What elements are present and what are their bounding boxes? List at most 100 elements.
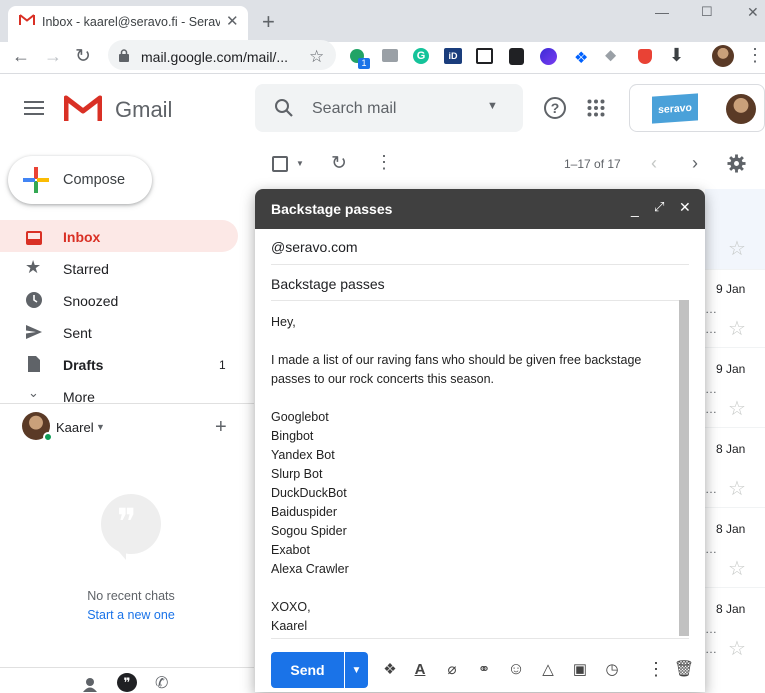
star-toggle-icon[interactable]: ☆ [728,396,746,421]
divider [705,427,765,428]
emoji-icon[interactable]: ☺ [506,659,526,679]
forward-icon[interactable]: → [44,46,62,67]
star-toggle-icon[interactable]: ☆ [728,556,746,581]
recipient-field[interactable]: @seravo.com [271,239,358,255]
search-icon[interactable] [274,98,294,118]
minimize-compose-icon[interactable]: _ [631,201,639,217]
send-options-icon[interactable]: ▼ [345,652,368,688]
help-icon[interactable]: ? [544,97,566,119]
phone-icon[interactable]: ✆ [155,673,168,693]
chrome-menu-icon[interactable]: ⋮ [746,45,764,65]
hangouts-user-name[interactable]: Kaarel [56,420,94,435]
close-window-icon[interactable]: ✕ [747,4,759,21]
attach-file-icon[interactable]: ⌀ [442,659,462,679]
online-status-icon [43,432,53,442]
fullscreen-compose-icon[interactable]: ⤢ [654,199,664,215]
star-toggle-icon[interactable]: ☆ [728,236,746,261]
subject-field[interactable]: Backstage passes [271,276,385,292]
chevron-down-icon: ⌄ [28,385,39,400]
insert-photo-icon[interactable]: ▣ [570,659,590,679]
select-all-checkbox[interactable] [272,156,288,172]
mail-snippet: … [705,302,717,316]
mail-date: 9 Jan [716,282,746,296]
contacts-icon[interactable] [82,677,98,692]
minimize-window-icon[interactable]: — [655,4,669,20]
reload-icon[interactable]: ↻ [75,45,91,68]
divider [705,587,765,588]
apps-grid-icon[interactable] [587,99,605,117]
draft-icon [28,356,40,372]
pagination-text: 1–17 of 17 [564,157,621,171]
back-icon[interactable]: ← [12,46,30,67]
divider [0,667,254,668]
insert-link-icon[interactable]: ⚭ [474,659,494,679]
body-line: passes to our rock concerts this season. [271,372,495,386]
search-options-icon[interactable]: ▼ [487,100,498,112]
divider [705,507,765,508]
close-compose-icon[interactable]: ✕ [679,199,691,216]
star-toggle-icon[interactable]: ☆ [728,636,746,661]
download-icon[interactable]: ⬇ [669,45,684,66]
divider [271,300,689,301]
maximize-window-icon[interactable]: ☐ [701,4,713,20]
grammarly-icon[interactable]: G [413,48,429,64]
sidebar-label-starred: Starred [63,261,109,277]
new-tab-icon[interactable]: + [262,9,275,35]
refresh-icon[interactable]: ↻ [331,152,347,175]
formatting-icon[interactable]: A [410,659,430,679]
dropbox-attach-icon[interactable]: ❖ [380,659,400,679]
tab-close-icon[interactable]: ✕ [226,12,239,30]
message-body[interactable]: Hey, I made a list of our raving fans wh… [271,313,671,636]
more-options-icon[interactable]: ⋮ [646,659,666,679]
settings-gear-icon[interactable] [727,154,746,173]
tab-title: Inbox - kaarel@seravo.fi - Seravo [42,15,220,29]
confidential-mode-icon[interactable]: ◷ [602,659,622,679]
compose-label: Compose [63,172,126,188]
account-avatar[interactable] [726,94,756,124]
new-chat-plus-icon[interactable]: + [215,416,227,439]
send-button[interactable]: Send [271,652,344,688]
id-extension-icon[interactable]: iD [444,48,462,64]
divider [271,638,689,639]
purple-extension-icon[interactable] [540,48,557,65]
clock-icon [26,292,42,308]
gmail-logo-icon[interactable] [64,95,102,123]
bookmark-star-icon[interactable]: ☆ [309,47,324,67]
mail-snippet: … [705,322,717,336]
sidebar-label-drafts: Drafts [63,357,104,373]
drafts-count: 1 [219,358,226,372]
mail-date: 8 Jan [716,522,746,536]
mail-extension-icon[interactable] [476,48,493,64]
star-toggle-icon[interactable]: ☆ [728,476,746,501]
previous-page-icon[interactable]: ‹ [651,153,657,174]
hangouts-bubble-tail [114,546,126,560]
body-line [271,389,671,408]
chrome-profile-avatar[interactable] [712,45,734,67]
start-new-chat-link[interactable]: Start a new one [0,608,262,622]
main-menu-icon[interactable] [24,100,44,116]
more-actions-icon[interactable]: ⋮ [375,152,393,173]
lock-icon [119,49,129,62]
dropbox-icon[interactable]: ❖ [574,48,588,68]
drive-icon[interactable]: △ [538,659,558,679]
camera-extension-icon[interactable] [382,49,398,62]
red-shield-extension-icon[interactable] [638,49,652,64]
mail-snippet: … [705,482,717,496]
tag-extension-icon[interactable]: ⬥ [605,47,616,65]
status-dropdown-icon[interactable]: ▼ [96,422,105,432]
hangouts-tab-icon[interactable]: ❞ [117,673,137,692]
shield-extension-icon[interactable] [509,48,524,65]
select-dropdown-icon[interactable]: ▼ [296,159,304,168]
search-input[interactable]: Search mail [312,100,396,118]
sidebar-label-sent: Sent [63,325,92,341]
mail-date: 9 Jan [716,362,746,376]
next-page-icon[interactable]: › [692,153,698,174]
body-line: Slurp Bot [271,467,323,481]
star-toggle-icon[interactable]: ☆ [728,316,746,341]
mail-date: 8 Jan [716,602,746,616]
body-line: Kaarel [271,619,308,633]
discard-draft-icon[interactable]: 🗑 [674,659,694,679]
body-scrollbar[interactable] [679,300,689,636]
body-line: Sogou Spider [271,524,347,538]
inbox-icon [26,231,42,245]
